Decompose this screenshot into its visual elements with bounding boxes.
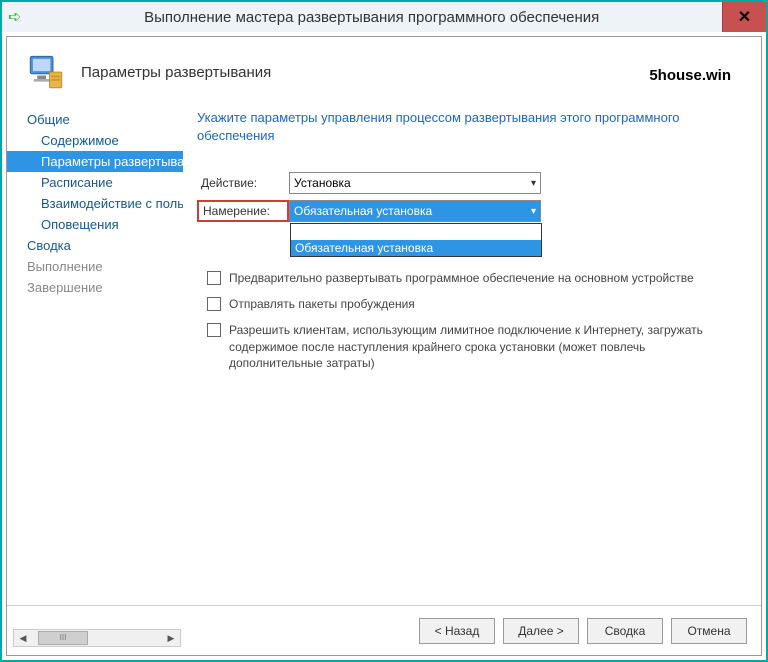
wakeup-label: Отправлять пакеты пробуждения [229,296,415,312]
purpose-option-available[interactable]: Доступно к установке [291,224,541,240]
chevron-down-icon: ▾ [531,206,536,217]
predeploy-label: Предварительно развертывать программное … [229,270,694,286]
sidebar-item[interactable]: Общие [7,109,183,130]
wizard-body: Параметры развертывания 5house.win Общие… [6,36,762,656]
main-panel: Укажите параметры управления процессом р… [183,103,761,605]
back-button[interactable]: < Назад [419,618,495,644]
scroll-right-icon[interactable]: ▶ [162,630,180,646]
purpose-option-required[interactable]: Обязательная установка [291,240,541,256]
watermark: 5house.win [649,67,731,84]
page-header: Параметры развертывания 5house.win [7,37,761,103]
metered-checkbox[interactable] [207,323,221,337]
sidebar-item[interactable]: Взаимодействие с пользователем [7,193,183,214]
cancel-button[interactable]: Отмена [671,618,747,644]
scroll-thumb[interactable]: III [38,631,88,645]
wizard-icon [25,51,67,93]
predeploy-checkbox[interactable] [207,271,221,285]
sidebar-item[interactable]: Оповещения [7,214,183,235]
purpose-select-value: Обязательная установка [294,204,432,218]
purpose-dropdown: Доступно к установке Обязательная устано… [290,223,542,257]
purpose-select[interactable]: Обязательная установка ▾ Доступно к уста… [289,200,541,222]
purpose-label: Намерение: [197,200,289,222]
sidebar-item: Выполнение [7,256,183,277]
sidebar-scrollbar[interactable]: ◀ III ▶ [13,629,181,647]
sidebar-item[interactable]: Параметры развертывания [7,151,183,172]
action-select[interactable]: Установка ▾ [289,172,541,194]
page-title: Параметры развертывания [81,64,271,81]
sidebar-item[interactable]: Содержимое [7,130,183,151]
metered-label: Разрешить клиентам, использующим лимитно… [229,322,729,371]
sidebar-item: Завершение [7,277,183,298]
action-label: Действие: [197,174,289,192]
chevron-down-icon: ▾ [531,178,536,189]
titlebar: ➪ Выполнение мастера развертывания прогр… [2,2,766,32]
next-button[interactable]: Далее > [503,618,579,644]
close-button[interactable]: ✕ [722,2,766,32]
instruction-text: Укажите параметры управления процессом р… [197,109,741,144]
wizard-arrow-icon: ➪ [8,7,21,27]
action-select-value: Установка [294,176,351,190]
scroll-left-icon[interactable]: ◀ [14,630,32,646]
sidebar-item[interactable]: Расписание [7,172,183,193]
wizard-footer: ◀ III ▶ < Назад Далее > Сводка Отмена [7,605,761,655]
summary-button[interactable]: Сводка [587,618,663,644]
wakeup-checkbox[interactable] [207,297,221,311]
wizard-steps-sidebar: ОбщиеСодержимоеПараметры развертыванияРа… [7,103,183,605]
window-title: Выполнение мастера развертывания програм… [21,9,722,26]
scroll-track[interactable]: III [32,630,162,646]
sidebar-item[interactable]: Сводка [7,235,183,256]
